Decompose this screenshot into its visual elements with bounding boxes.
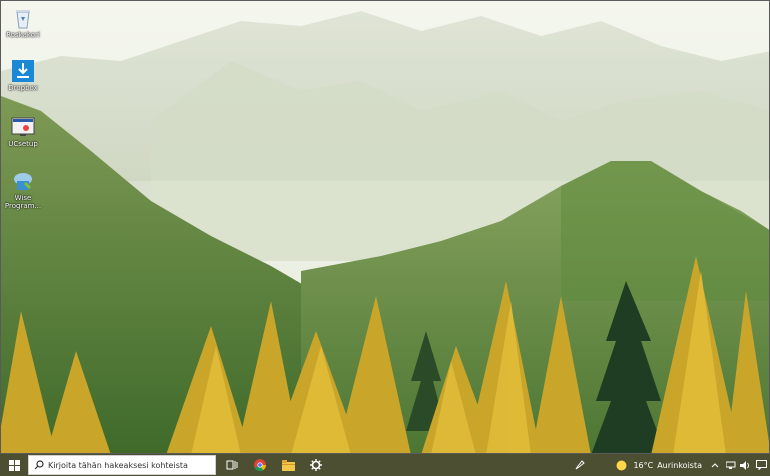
network-icon [726, 461, 736, 469]
chrome-icon [254, 459, 266, 471]
network-tray-button[interactable] [724, 454, 738, 476]
chrome-taskbar-button[interactable] [246, 454, 274, 476]
task-view-icon [226, 460, 238, 470]
desktop-icon-wise-program[interactable]: Wise Program... [3, 169, 43, 210]
windows-logo-icon [8, 459, 20, 471]
notification-icon [755, 460, 767, 470]
weather-temp: 16°C [633, 460, 654, 470]
sun-icon [616, 460, 627, 470]
search-box[interactable]: Kirjoita tähän hakeaksesi kohteista [28, 455, 216, 475]
desktop-icon-dropbox[interactable]: Dropbox [3, 59, 43, 92]
desktop-icon-label: Roskakori [6, 31, 40, 39]
show-hidden-icons-button[interactable] [706, 454, 724, 476]
search-icon [34, 460, 44, 470]
gear-icon [310, 459, 322, 471]
desktop-icon-label: Dropbox [8, 84, 38, 92]
weather-widget[interactable]: 16°C Aurinkoista [612, 454, 706, 476]
file-explorer-button[interactable] [274, 454, 302, 476]
task-view-button[interactable] [218, 454, 246, 476]
pen-icon [576, 460, 586, 470]
folder-icon [281, 459, 295, 471]
action-center-button[interactable] [752, 454, 770, 476]
chevron-up-icon [711, 463, 719, 468]
recycle-bin-icon [11, 6, 35, 30]
installer-icon [11, 115, 35, 139]
desktop-icon-label: UCsetup [8, 140, 38, 148]
download-icon [11, 59, 35, 83]
pen-workspace-button[interactable] [568, 454, 592, 476]
wallpaper-mountain-landscape [1, 1, 769, 453]
system-tray: 16°C Aurinkoista [568, 454, 770, 476]
desktop-icon-label: Wise Program... [4, 194, 42, 210]
wise-program-icon [11, 169, 35, 193]
desktop-icon-ucsetup[interactable]: UCsetup [3, 115, 43, 148]
speaker-icon [740, 460, 749, 470]
volume-tray-button[interactable] [738, 454, 752, 476]
start-button[interactable] [0, 454, 28, 476]
weather-condition: Aurinkoista [657, 460, 702, 470]
taskbar: Kirjoita tähän hakeaksesi kohteista 16°C… [0, 454, 770, 476]
desktop: Roskakori Dropbox UCsetup Wise Program..… [0, 0, 770, 454]
settings-button[interactable] [302, 454, 330, 476]
desktop-icon-recycle-bin[interactable]: Roskakori [3, 6, 43, 39]
search-placeholder: Kirjoita tähän hakeaksesi kohteista [48, 460, 188, 470]
